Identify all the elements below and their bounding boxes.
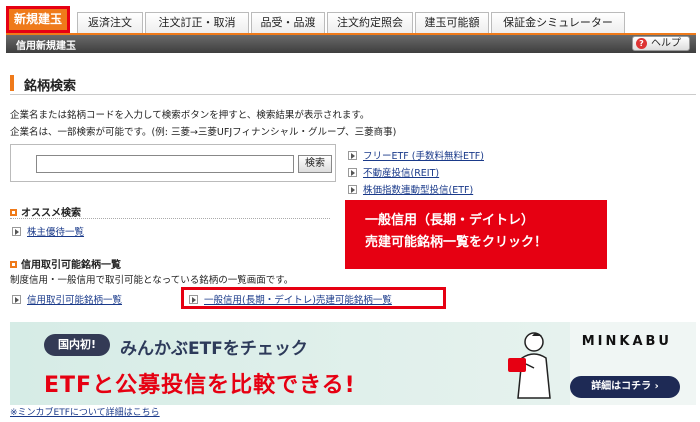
details-button[interactable]: 詳細はコチラ › [570, 376, 680, 398]
search-description-1: 企業名または銘柄コードを入力して検索ボタンを押すと、検索結果が表示されます。 [10, 110, 370, 121]
arrow-icon [12, 295, 21, 304]
instruction-callout: 一般信用（長期・デイトレ） 売建可能銘柄一覧をクリック！ [345, 200, 607, 269]
tab-order-correction[interactable]: 注文訂正・取消 [145, 12, 249, 33]
link-index-etf-label: 株価指数連動型投信(ETF) [363, 185, 474, 196]
bullet-icon [10, 261, 17, 268]
link-shareholder-benefits-label: 株主優待一覧 [27, 227, 85, 238]
tab-bar: 新規建玉 返済注文 注文訂正・取消 品受・品渡 注文約定照会 建玉可能額 保証金… [6, 4, 696, 34]
tab-delivery[interactable]: 品受・品渡 [251, 12, 325, 33]
arrow-icon [348, 168, 357, 177]
tab-order-inquiry[interactable]: 注文約定照会 [327, 12, 413, 33]
page-header-bar: 信用新規建玉 ? ヘルプ [6, 33, 696, 53]
divider [10, 218, 330, 219]
promo-banner[interactable]: 国内初! みんかぶETFをチェック ETFと公募投信を比較できる! MINKAB… [10, 322, 696, 405]
brand-logo: MINKABU [581, 334, 672, 349]
link-index-etf[interactable]: 株価指数連動型投信(ETF) [348, 182, 473, 196]
link-margin-list-label: 信用取引可能銘柄一覧 [27, 295, 123, 306]
link-free-etf[interactable]: フリーETF (手数料無料ETF) [348, 148, 484, 162]
tab-new-position[interactable]: 新規建玉 [6, 6, 70, 33]
person-illustration [508, 332, 551, 399]
arrow-icon [348, 185, 357, 194]
link-reit[interactable]: 不動産投信(REIT) [348, 165, 439, 179]
footer-link[interactable]: ※ミンカブETFについて詳細はこちら [10, 405, 160, 418]
search-panel: 検索 [10, 144, 336, 182]
section-marker [10, 75, 14, 91]
section-title: 銘柄検索 [24, 79, 77, 94]
page-title: 信用新規建玉 [16, 41, 76, 52]
link-margin-list[interactable]: 信用取引可能銘柄一覧 [12, 292, 122, 306]
link-reit-label: 不動産投信(REIT) [363, 168, 440, 179]
margin-title-text: 信用取引可能銘柄一覧 [21, 260, 121, 271]
search-description-2: 企業名は、一部検索が可能です。(例: 三菱→三菱UFJフィナンシャル・グループ、… [10, 127, 397, 138]
recommend-title: オススメ検索 [10, 204, 81, 219]
section-header: 銘柄検索 [10, 73, 696, 95]
help-button[interactable]: ? ヘルプ [632, 36, 690, 51]
tab-repayment-order[interactable]: 返済注文 [77, 12, 143, 33]
link-shareholder-benefits[interactable]: 株主優待一覧 [12, 224, 84, 238]
tab-position-limit[interactable]: 建玉可能額 [415, 12, 489, 33]
banner-title: みんかぶETFをチェック [120, 339, 308, 359]
search-input[interactable] [36, 155, 294, 173]
banner-badge: 国内初! [44, 334, 110, 356]
highlight-box [181, 287, 446, 309]
search-button[interactable]: 検索 [298, 155, 332, 173]
bullet-icon [10, 209, 17, 216]
callout-line-2: 売建可能銘柄一覧をクリック！ [365, 235, 548, 250]
tab-margin-simulator[interactable]: 保証金シミュレーター [491, 12, 625, 33]
margin-description: 制度信用・一般信用で取引可能となっている銘柄の一覧画面です。 [10, 275, 294, 286]
arrow-icon [348, 151, 357, 160]
help-icon: ? [636, 38, 647, 49]
margin-title: 信用取引可能銘柄一覧 [10, 256, 121, 271]
link-free-etf-label: フリーETF (手数料無料ETF) [363, 151, 484, 162]
arrow-icon [12, 227, 21, 236]
help-label: ヘルプ [651, 38, 681, 49]
banner-main-text: ETFと公募投信を比較できる! [44, 373, 356, 398]
callout-line-1: 一般信用（長期・デイトレ） [365, 213, 535, 228]
